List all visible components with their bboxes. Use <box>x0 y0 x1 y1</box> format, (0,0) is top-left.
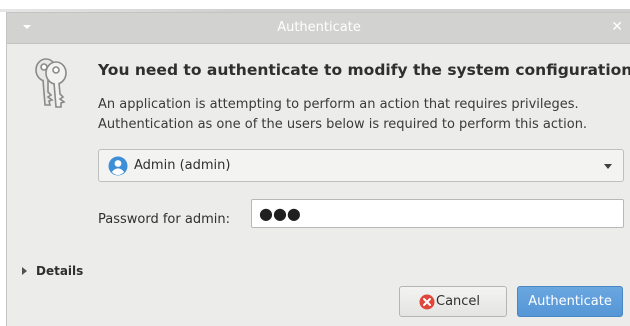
title-bar[interactable]: Authenticate ✕ <box>7 13 630 44</box>
close-icon[interactable]: ✕ <box>611 18 623 36</box>
keys-icon <box>35 58 67 108</box>
screen: Authenticate ✕ You need to authenticate … <box>0 0 630 326</box>
authenticate-dialog: Authenticate ✕ You need to authenticate … <box>6 12 630 326</box>
message-line-2: Authentication as one of the users below… <box>98 117 588 132</box>
details-label: Details <box>36 264 84 278</box>
user-avatar-icon <box>108 156 128 176</box>
dialog-heading: You need to authenticate to modify the s… <box>98 61 630 79</box>
authenticate-button[interactable]: Authenticate <box>517 286 623 317</box>
cancel-icon <box>419 294 435 310</box>
authenticate-label: Authenticate <box>528 294 612 309</box>
message-line-1: An application is attempting to perform … <box>98 97 579 112</box>
user-select-dropdown[interactable]: Admin (admin) <box>98 149 624 182</box>
dialog-message: An application is attempting to perform … <box>98 95 587 135</box>
password-label: Password for admin: <box>98 212 230 227</box>
chevron-down-icon <box>604 164 612 169</box>
cancel-button[interactable]: Cancel <box>399 286 507 317</box>
selected-user-label: Admin (admin) <box>134 158 231 173</box>
password-value: ●●● <box>259 204 301 223</box>
cancel-label: Cancel <box>436 294 481 309</box>
window-title: Authenticate <box>277 20 361 35</box>
expander-arrow-icon <box>22 267 27 275</box>
password-field[interactable]: ●●● <box>251 199 624 228</box>
